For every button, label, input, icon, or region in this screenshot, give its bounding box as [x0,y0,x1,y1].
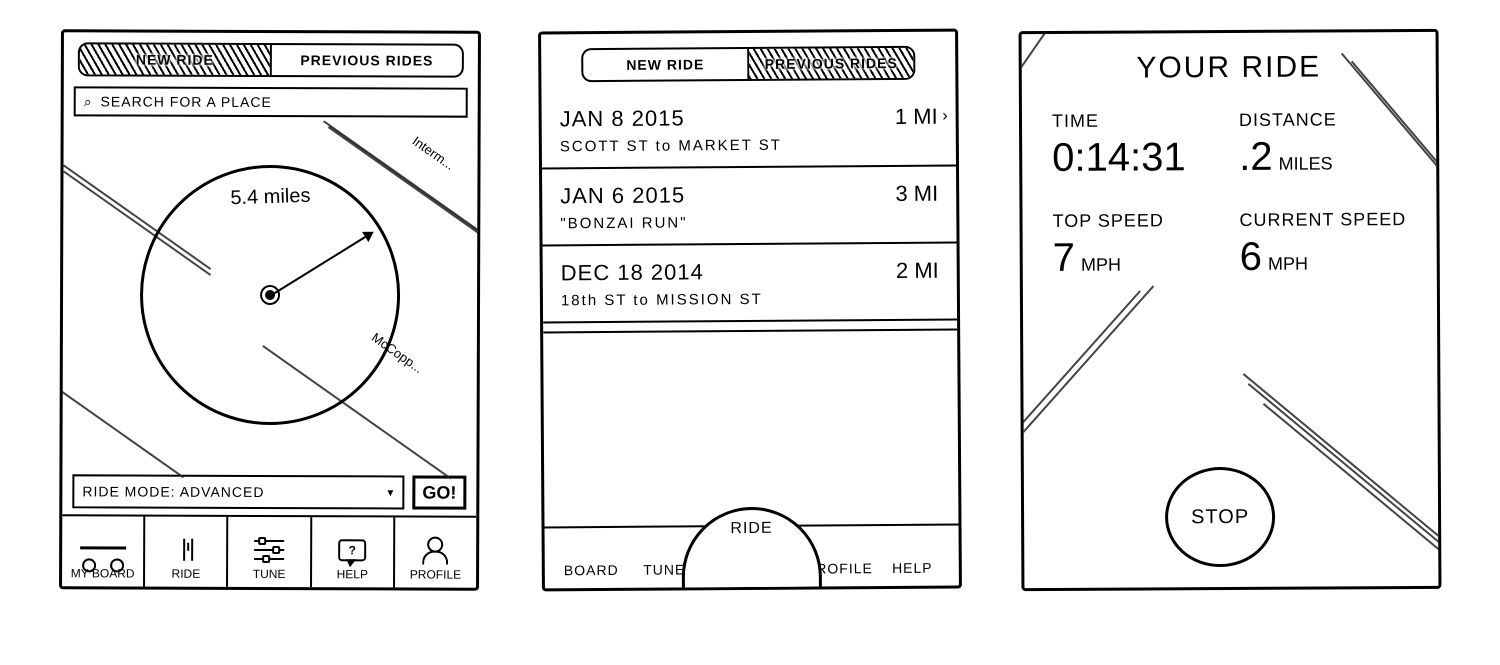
stat-current-speed: CURRENT SPEED 6 MPH [1239,209,1406,280]
ride-row[interactable]: JAN 6 2015 3 MI "BONZAI RUN" [542,167,957,247]
page-title: YOUR RIDE [1022,50,1436,86]
ride-subtitle: 18th ST to MISSION ST [561,290,939,310]
ride-row[interactable]: DEC 18 2014 2 MI 18th ST to MISSION ST [543,244,958,324]
nav-label: PROFILE [410,567,461,581]
ride-date: DEC 18 2014 [561,259,704,286]
nav-label: MY BOARD [71,566,135,580]
ride-distance: 2 MI [896,258,939,284]
ride-mode-select[interactable]: RIDE MODE: ADVANCED ▾ [72,474,404,509]
stat-value: 7 [1053,236,1075,281]
road-label-1: Interm... [410,133,458,173]
mode-prefix: RIDE MODE: [82,483,175,499]
sliders-icon [254,538,284,562]
search-icon: ⌕ [84,93,93,110]
stat-unit: MPH [1268,254,1308,275]
chevron-down-icon: ▾ [387,485,394,499]
stop-area: STOP [1023,289,1439,588]
tab-previous-rides[interactable]: PREVIOUS RIDES [272,45,462,76]
nav-help[interactable]: ? HELP [312,517,395,587]
skateboard-icon [80,546,126,560]
ride-subtitle: "BONZAI RUN" [560,213,938,233]
rides-list: JAN 8 2015 1 MI SCOTT ST to MARKET ST › … [541,90,958,527]
nav-help[interactable]: HELP [876,560,949,581]
tab-new-ride[interactable]: NEW RIDE [583,49,747,80]
search-placeholder: SEARCH FOR A PLACE [101,93,272,110]
bottom-nav: MY BOARD RIDE TUNE ? HELP PROFILE [62,514,476,587]
nav-board[interactable]: BOARD [555,562,628,583]
ride-distance: 3 MI [895,181,938,207]
road-icon [173,537,199,563]
stop-button[interactable]: STOP [1165,467,1276,568]
segmented-tabs: NEW RIDE PREVIOUS RIDES [78,42,464,77]
bottom-nav: BOARD TUNE PROFILE HELP RIDE [545,524,959,589]
help-icon: ? [338,539,366,561]
stats-grid: TIME 0:14:31 DISTANCE .2 MILES TOP SPEED… [1022,84,1437,291]
nav-label: RIDE [172,567,201,581]
stat-value: 0:14:31 [1052,135,1186,181]
stat-label: CURRENT SPEED [1239,209,1406,231]
stat-label: TOP SPEED [1052,210,1219,232]
nav-tune[interactable]: TUNE [228,517,311,587]
chevron-right-icon: › [942,108,947,126]
stat-top-speed: TOP SPEED 7 MPH [1052,210,1219,281]
stat-value: .2 [1239,135,1273,180]
ride-date: JAN 8 2015 [560,105,685,132]
stat-unit: MPH [1081,255,1121,276]
radius-label: 5.4 miles [230,185,311,211]
screen-new-ride: NEW RIDE PREVIOUS RIDES ⌕ SEARCH FOR A P… [59,29,481,590]
ride-subtitle: SCOTT ST to MARKET ST [560,136,938,156]
nav-profile[interactable]: PROFILE [395,517,476,587]
tab-new-ride[interactable]: NEW RIDE [80,44,270,75]
screen-previous-rides: NEW RIDE PREVIOUS RIDES JAN 8 2015 1 MI … [538,29,962,592]
stat-label: TIME [1052,110,1219,132]
nav-ride[interactable]: RIDE [145,517,228,587]
stat-distance: DISTANCE .2 MILES [1239,109,1406,180]
segmented-tabs: NEW RIDE PREVIOUS RIDES [581,46,915,82]
ride-row[interactable]: JAN 8 2015 1 MI SCOTT ST to MARKET ST › [541,90,956,170]
map-area[interactable]: Interm... McCopp... 5.4 miles [72,124,467,465]
stat-label: DISTANCE [1239,109,1406,131]
tab-previous-rides[interactable]: PREVIOUS RIDES [749,48,913,79]
nav-label: TUNE [253,567,286,581]
profile-icon [423,537,449,565]
ride-date: JAN 6 2015 [560,182,685,209]
nav-my-board[interactable]: MY BOARD [62,516,145,586]
stat-value: 6 [1240,235,1262,280]
screen-active-ride: YOUR RIDE TIME 0:14:31 DISTANCE .2 MILES… [1019,29,1442,591]
mode-row: RIDE MODE: ADVANCED ▾ GO! [72,474,466,509]
stat-unit: MILES [1279,153,1333,174]
go-button[interactable]: GO! [412,475,466,509]
ride-distance: 1 MI [895,104,938,130]
nav-label: HELP [337,567,368,581]
search-input[interactable]: ⌕ SEARCH FOR A PLACE [74,86,468,117]
stat-time: TIME 0:14:31 [1052,110,1219,181]
mode-value: ADVANCED [180,484,265,500]
